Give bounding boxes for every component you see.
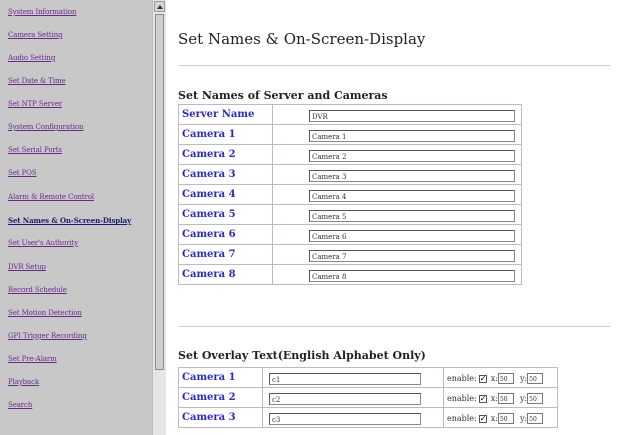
y-coord-input[interactable]: 50	[527, 413, 544, 424]
sidebar-item[interactable]: Set Names & On-Screen-Display	[8, 216, 131, 225]
enable-label: enable:	[446, 414, 477, 423]
sidebar-item[interactable]: Set User's Authority	[8, 239, 78, 247]
sidebar-item[interactable]: Set Date & Time	[8, 77, 66, 85]
overlay-camera-label: Camera 1	[178, 367, 263, 388]
sidebar-item[interactable]: Set POS	[8, 169, 37, 177]
y-coord-input[interactable]: 50	[527, 373, 544, 384]
sidebar-nav: System Information Camera Setting Audio Se…	[0, 0, 152, 435]
enable-label: enable:	[446, 394, 477, 403]
enable-label: enable:	[446, 374, 477, 383]
sidebar-item[interactable]: Record Schedule	[8, 286, 67, 294]
names-table-row: Camera 3 Camera 3	[178, 164, 522, 185]
camera-name-label: Camera 2	[178, 144, 273, 165]
overlay-options-cell: enable: ✓ x: 50 y: 50	[442, 387, 559, 408]
camera-name-label: Camera 4	[178, 184, 273, 205]
sidebar-item[interactable]: Set Serial Ports	[8, 146, 62, 154]
overlay-options-cell: enable: ✓ x: 50 y: 50	[442, 407, 559, 428]
camera-name-cell: Camera 8	[272, 264, 522, 285]
camera-name-label: Camera 5	[178, 204, 273, 225]
sidebar-item[interactable]: Search	[8, 401, 32, 409]
overlay-text-input[interactable]: c3	[269, 412, 421, 425]
names-table-row: Camera 5 Camera 5	[178, 204, 522, 225]
section-divider	[178, 326, 610, 327]
camera-name-input[interactable]: Camera 5	[309, 209, 515, 222]
overlay-table-row: Camera 2 c2 enable: ✓ x: 50 y: 50	[178, 387, 559, 408]
overlay-table: Camera 1 c1 enable: ✓ x: 50 y: 50 Camera 2 c2 enab…	[178, 367, 559, 428]
camera-name-cell: Camera 7	[272, 244, 522, 265]
x-coord-label: x:	[490, 414, 498, 423]
y-coord-label: y:	[519, 374, 528, 383]
sidebar-item[interactable]: Set NTP Server	[8, 100, 62, 108]
camera-name-label: Camera 6	[178, 224, 273, 245]
camera-name-input[interactable]: Camera 6	[309, 229, 515, 242]
main-content: Set Names & On-Screen-Display Set Names …	[166, 0, 619, 435]
x-coord-input[interactable]: 50	[497, 413, 514, 424]
sidebar-item[interactable]: System Information	[8, 8, 76, 16]
camera-name-cell: Camera 5	[272, 204, 522, 225]
sidebar-item[interactable]: Alarm & Remote Control	[8, 193, 94, 201]
camera-name-input[interactable]: DVR	[309, 109, 515, 122]
names-table-row: Camera 6 Camera 6	[178, 224, 522, 245]
overlay-text-cell: c1	[262, 367, 444, 388]
camera-name-cell: Camera 4	[272, 184, 522, 205]
camera-name-input[interactable]: Camera 8	[309, 269, 515, 282]
overlay-text-input[interactable]: c2	[269, 392, 421, 405]
names-table-row: Server Name DVR	[178, 104, 522, 125]
names-table-row: Camera 7 Camera 7	[178, 244, 522, 265]
enable-checkbox[interactable]: ✓	[478, 394, 487, 403]
camera-name-label: Camera 3	[178, 164, 273, 185]
enable-checkbox[interactable]: ✓	[478, 374, 487, 383]
sidebar-item[interactable]: DVR Setup	[8, 263, 46, 271]
overlay-table-row: Camera 1 c1 enable: ✓ x: 50 y: 50	[178, 367, 559, 388]
overlay-options-cell: enable: ✓ x: 50 y: 50	[442, 367, 559, 388]
camera-name-input[interactable]: Camera 2	[309, 149, 515, 162]
sidebar-item[interactable]: Audio Setting	[8, 54, 55, 62]
y-coord-label: y:	[519, 394, 528, 403]
names-section-title: Set Names of Server and Cameras	[178, 89, 388, 102]
overlay-camera-label: Camera 3	[178, 407, 263, 428]
overlay-camera-label: Camera 2	[178, 387, 263, 408]
overlay-table-row: Camera 3 c3 enable: ✓ x: 50 y: 50	[178, 407, 559, 428]
x-coord-input[interactable]: 50	[497, 373, 514, 384]
names-table-row: Camera 2 Camera 2	[178, 144, 522, 165]
sidebar-item[interactable]: Set Motion Detection	[8, 309, 82, 317]
names-table-row: Camera 4 Camera 4	[178, 184, 522, 205]
x-coord-input[interactable]: 50	[497, 393, 514, 404]
enable-checkbox[interactable]: ✓	[478, 414, 487, 423]
camera-name-input[interactable]: Camera 1	[309, 129, 515, 142]
camera-name-label: Camera 7	[178, 244, 273, 265]
camera-name-cell: Camera 1	[272, 124, 522, 145]
sidebar-item[interactable]: Playback	[8, 378, 39, 386]
sidebar-item[interactable]: GPI Trigger Recording	[8, 332, 87, 340]
names-table-row: Camera 8 Camera 8	[178, 264, 522, 285]
sidebar-scrollbar[interactable]	[152, 0, 166, 435]
x-coord-label: x:	[490, 374, 498, 383]
scroll-thumb[interactable]	[155, 14, 164, 370]
y-coord-label: y:	[519, 414, 528, 423]
page-title: Set Names & On-Screen-Display	[178, 30, 426, 48]
camera-name-input[interactable]: Camera 3	[309, 169, 515, 182]
camera-name-label: Camera 8	[178, 264, 273, 285]
y-coord-input[interactable]: 50	[527, 393, 544, 404]
sidebar-item[interactable]: Camera Setting	[8, 31, 63, 39]
sidebar-item[interactable]: Set Pre-Alarm	[8, 355, 57, 363]
overlay-text-cell: c2	[262, 387, 444, 408]
camera-name-cell: Camera 3	[272, 164, 522, 185]
camera-name-label: Server Name	[178, 104, 273, 125]
camera-name-cell: DVR	[272, 104, 522, 125]
names-table-row: Camera 1 Camera 1	[178, 124, 522, 145]
x-coord-label: x:	[490, 394, 498, 403]
camera-name-input[interactable]: Camera 4	[309, 189, 515, 202]
scroll-up-arrow-icon[interactable]	[154, 1, 165, 12]
overlay-text-input[interactable]: c1	[269, 372, 421, 385]
camera-name-label: Camera 1	[178, 124, 273, 145]
sidebar-item[interactable]: System Configuration	[8, 123, 83, 131]
names-table: Server Name DVR Camera 1 Camera 1 Camera 2 Ca…	[178, 104, 522, 285]
camera-name-cell: Camera 6	[272, 224, 522, 245]
camera-name-cell: Camera 2	[272, 144, 522, 165]
camera-name-input[interactable]: Camera 7	[309, 249, 515, 262]
title-divider	[178, 65, 610, 66]
overlay-section-title: Set Overlay Text(English Alphabet Only)	[178, 349, 426, 362]
overlay-text-cell: c3	[262, 407, 444, 428]
